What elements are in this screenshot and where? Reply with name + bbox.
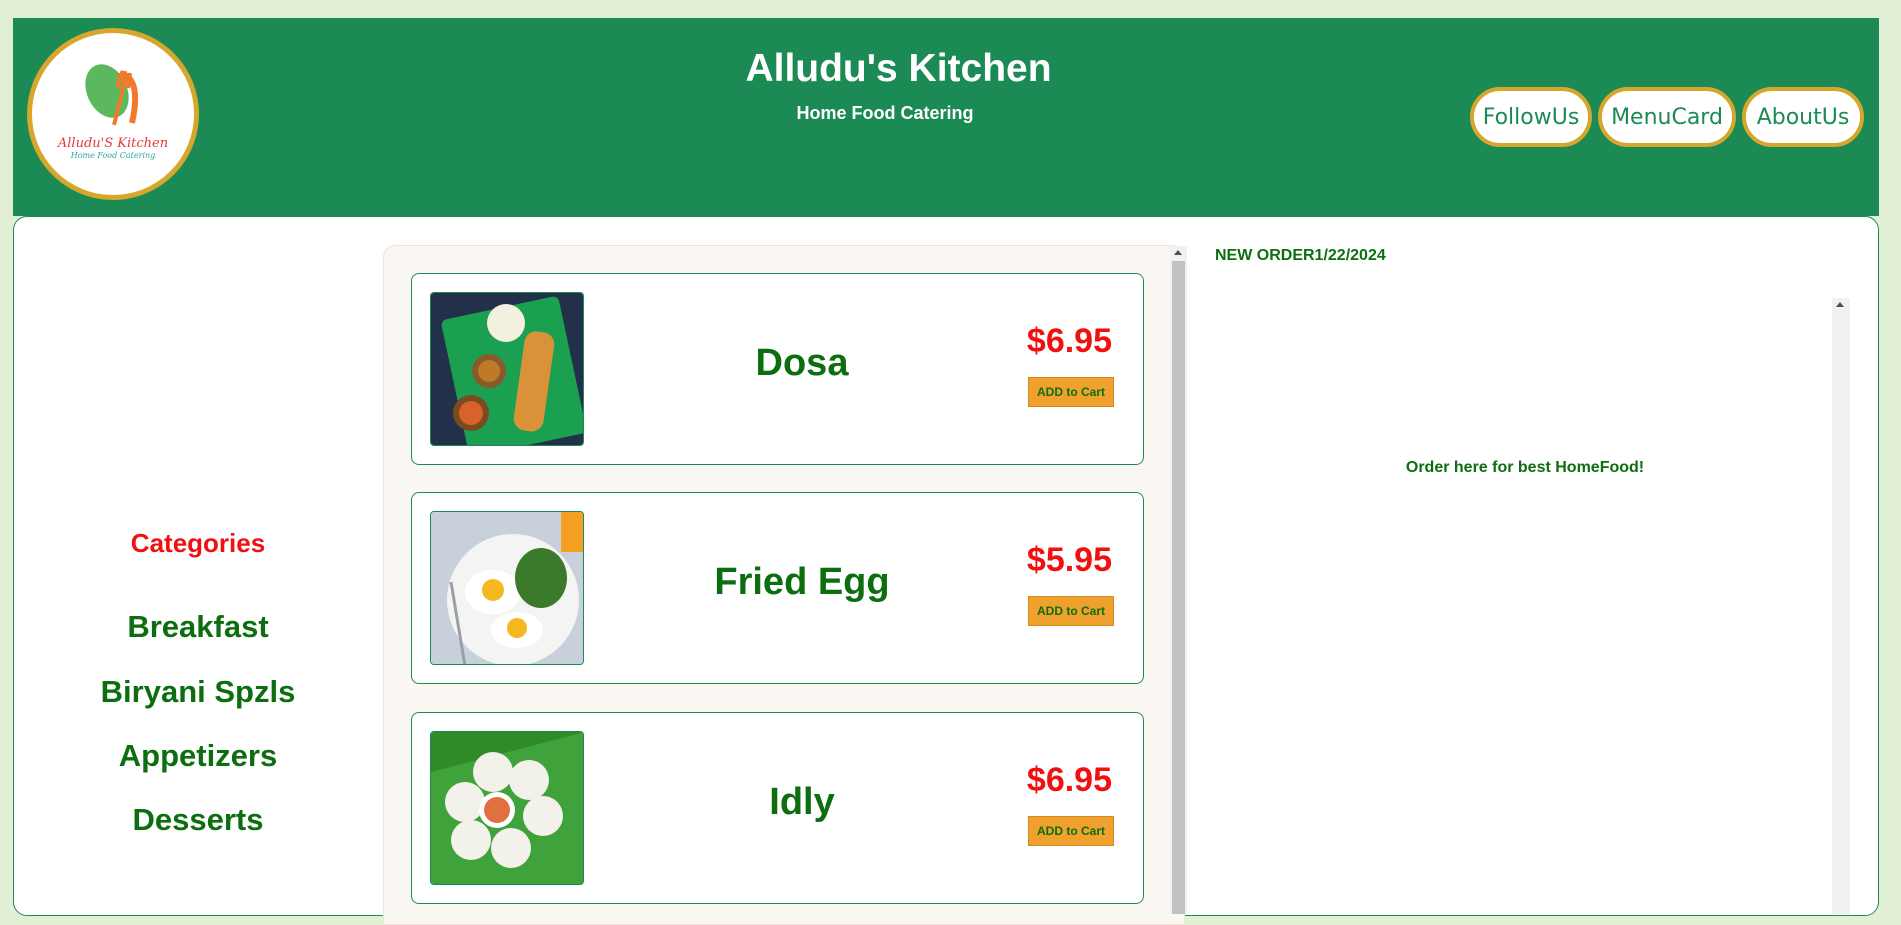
nav-about-us-button[interactable]: AboutUs xyxy=(1742,87,1864,147)
item-name: Idly xyxy=(769,781,835,823)
item-price: $6.95 xyxy=(1026,761,1112,799)
category-appetizers[interactable]: Appetizers xyxy=(73,738,323,774)
add-to-cart-button[interactable]: ADD to Cart xyxy=(1028,596,1114,626)
logo-tagline: Home Food Catering xyxy=(70,151,156,160)
menu-item-card: Dosa $6.95 ADD to Cart xyxy=(411,273,1144,465)
nav-menu-card-button[interactable]: MenuCard xyxy=(1598,87,1736,147)
menu-scrollbar-thumb[interactable] xyxy=(1172,261,1185,914)
order-message: Order here for best HomeFood! xyxy=(1405,459,1645,476)
nav-follow-us-button[interactable]: FollowUs xyxy=(1470,87,1592,147)
category-breakfast[interactable]: Breakfast xyxy=(73,609,323,645)
scroll-up-arrow-icon[interactable] xyxy=(1174,250,1182,255)
menu-item-card: Idly $6.95 ADD to Cart xyxy=(411,712,1144,904)
category-biryani-spzls[interactable]: Biryani Spzls xyxy=(73,674,323,710)
logo-name: Alludu'S Kitchen xyxy=(57,136,169,151)
order-scrollbar[interactable] xyxy=(1832,298,1850,914)
item-name: Dosa xyxy=(755,342,849,384)
menu-item-card: Fried Egg $5.95 ADD to Cart xyxy=(411,492,1144,684)
item-name: Fried Egg xyxy=(714,561,890,603)
add-to-cart-button[interactable]: ADD to Cart xyxy=(1028,377,1114,407)
add-to-cart-button[interactable]: ADD to Cart xyxy=(1028,816,1114,846)
categories-heading: Categories xyxy=(130,528,266,558)
item-price: $5.95 xyxy=(1026,541,1112,579)
item-price: $6.95 xyxy=(1026,322,1112,360)
menu-scrollbar[interactable] xyxy=(1170,246,1187,914)
site-title: Alludu's Kitchen xyxy=(745,47,1052,90)
category-desserts[interactable]: Desserts xyxy=(73,802,323,838)
fried-egg-photo xyxy=(430,511,584,665)
idly-photo xyxy=(430,731,584,885)
new-order-label: NEW ORDER1/22/2024 xyxy=(1215,247,1386,264)
scroll-up-arrow-icon[interactable] xyxy=(1836,302,1844,307)
dosa-photo xyxy=(430,292,584,446)
